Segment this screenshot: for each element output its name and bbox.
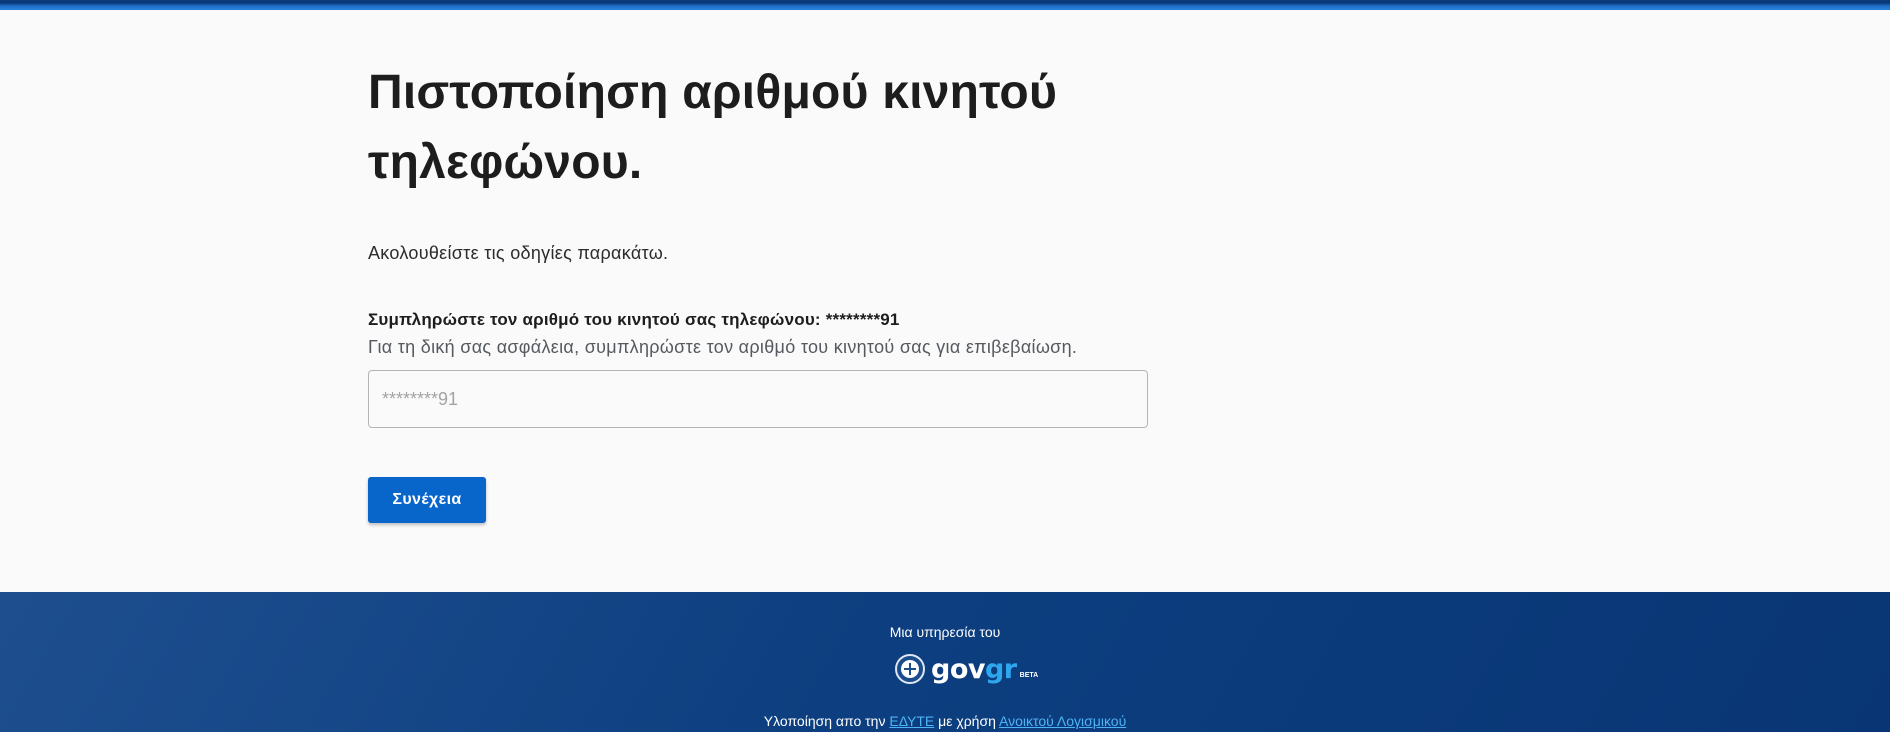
open-source-link[interactable]: Ανοικτού Λογισμικού [999, 713, 1126, 729]
edyte-link[interactable]: ΕΔΥΤΕ [889, 713, 934, 729]
page-title: Πιστοποίηση αριθμού κινητού τηλεφώνου. [368, 66, 1058, 189]
phone-field-label-text: Συμπληρώστε τον αριθμό του κινητού σας τ… [368, 310, 821, 329]
footer-service-text: Μια υπηρεσία του [889, 624, 1001, 640]
main-content: Πιστοποίηση αριθμού κινητού τηλεφώνου. [368, 58, 1148, 198]
brand-gov-text: gov [931, 653, 985, 685]
phone-field-label: Συμπληρώστε τον αριθμό του κινητού σας τ… [368, 310, 900, 330]
brand-beta-badge: BETA [1019, 672, 1039, 679]
govgr-logo[interactable]: gov gr BETA [895, 651, 1038, 687]
masked-phone-number: ********91 [825, 310, 900, 329]
footer: Μια υπηρεσία του gov gr BETA Υλοποίηση απο… [0, 592, 1890, 732]
credits-prefix: Υλοποίηση απο την [763, 713, 886, 729]
phone-number-input[interactable] [368, 370, 1148, 428]
credits-middle: με χρήση [938, 713, 996, 729]
intro-text: Ακολουθείστε τις οδηγίες παρακάτω. [368, 243, 669, 263]
footer-credits: Υλοποίηση απο την ΕΔΥΤΕ με χρήση Ανοικτο… [0, 713, 1890, 729]
greek-emblem-icon [895, 654, 925, 684]
brand-gr-text: gr [984, 653, 1017, 685]
phone-field-hint: Για τη δική σας ασφάλεια, συμπληρώστε το… [368, 337, 1078, 357]
top-accent-bar [0, 0, 1890, 10]
continue-button[interactable]: Συνέχεια [368, 477, 486, 523]
